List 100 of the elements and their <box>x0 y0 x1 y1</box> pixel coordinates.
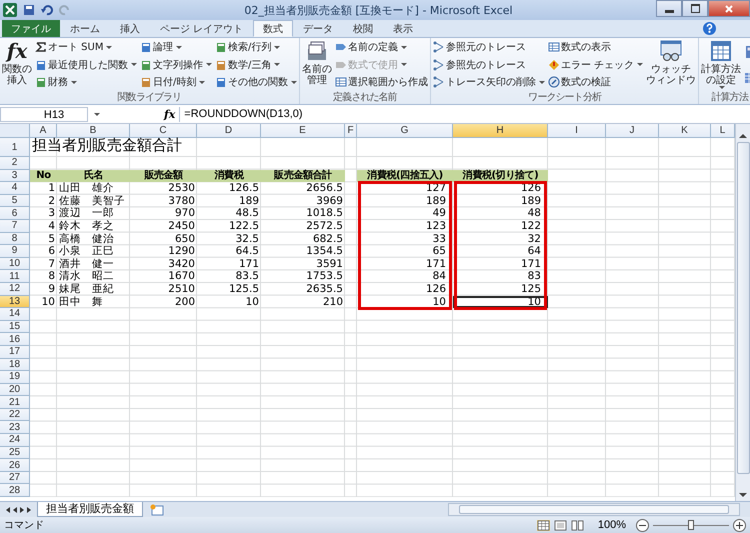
ribbon-button[interactable]: 参照元のトレース <box>432 39 546 55</box>
table-cell-text: 84 <box>432 270 447 283</box>
ribbon-button[interactable]: 名前の定義 <box>334 39 429 55</box>
ribbon-button[interactable]: 選択範囲から作成 <box>334 74 429 90</box>
table-cell-text: 2 <box>47 194 56 208</box>
ribbon-tab[interactable]: 挿入 <box>110 20 150 37</box>
column-header[interactable]: A <box>30 124 57 138</box>
row-header[interactable]: 8 <box>0 232 30 246</box>
row-header[interactable]: 23 <box>0 421 30 434</box>
magnifier-icon <box>548 76 560 88</box>
row-header[interactable]: 28 <box>0 484 30 498</box>
row-header[interactable]: 19 <box>0 371 30 384</box>
row-header[interactable]: 14 <box>0 308 30 321</box>
normal-view-icon[interactable] <box>536 520 550 530</box>
row-header[interactable]: 15 <box>0 320 30 334</box>
table-cell-text: 1018.5 <box>305 207 344 220</box>
row-header[interactable]: 18 <box>0 358 30 372</box>
zoom-slider-thumb[interactable] <box>688 520 694 530</box>
minimize-button[interactable] <box>656 0 682 17</box>
table-cell-text: 83.5 <box>234 270 260 283</box>
row-header[interactable]: 11 <box>0 270 30 283</box>
row-header[interactable]: 22 <box>0 408 30 422</box>
formula-field[interactable]: =ROUNDDOWN(D13,0) <box>179 107 750 122</box>
column-header[interactable]: C <box>130 124 197 138</box>
row-header[interactable]: 16 <box>0 333 30 346</box>
row-header[interactable]: 4 <box>0 182 30 195</box>
row-header[interactable]: 21 <box>0 396 30 409</box>
row-header[interactable]: 10 <box>0 258 30 270</box>
row-header[interactable]: 27 <box>0 472 30 484</box>
ribbon-button[interactable]: オート SUM <box>34 39 138 55</box>
row-header[interactable]: 26 <box>0 459 30 472</box>
ribbon-button[interactable]: 数式の表示 <box>547 39 644 55</box>
column-header[interactable]: E <box>261 124 345 138</box>
ribbon-button[interactable]: 日付/時刻 <box>139 74 213 90</box>
ribbon-large-button[interactable]: fx 関数の 挿入 <box>1 39 33 91</box>
column-header[interactable]: J <box>606 124 659 138</box>
column-header[interactable]: H <box>453 124 548 138</box>
restore-button[interactable] <box>682 0 708 17</box>
zoom-in-button[interactable] <box>733 518 746 532</box>
row-header[interactable]: 7 <box>0 220 30 233</box>
column-header[interactable]: D <box>197 124 261 138</box>
row-header[interactable]: 1 <box>0 138 30 157</box>
row-header[interactable]: 2 <box>0 157 30 170</box>
ribbon-tab[interactable]: 数式 <box>253 20 294 37</box>
column-header[interactable]: K <box>659 124 711 138</box>
ribbon-button[interactable]: 数学/三角 <box>214 56 298 72</box>
row-header[interactable]: 6 <box>0 207 30 220</box>
column-header[interactable]: L <box>711 124 735 138</box>
ribbon-large-button[interactable]: 計算方法 の設定 <box>700 39 742 91</box>
ribbon-tab[interactable]: ページ レイアウト <box>150 20 254 37</box>
row-header[interactable]: 9 <box>0 245 30 258</box>
column-header[interactable]: I <box>548 124 606 138</box>
book-icon <box>35 58 47 70</box>
file-tab[interactable]: ファイル <box>2 20 60 37</box>
ribbon-tab[interactable]: 表示 <box>383 20 424 37</box>
ribbon-button[interactable]: その他の関数 <box>214 74 298 90</box>
sheet-tab[interactable]: 担当者別販売金額 <box>37 502 143 517</box>
ribbon-tab[interactable]: 校閲 <box>343 20 384 37</box>
row-header[interactable]: 24 <box>0 434 30 447</box>
ribbon-button[interactable]: 検索/行列 <box>214 39 298 55</box>
ribbon-large-button[interactable]: ウォッチ ウィンドウ <box>645 39 698 91</box>
row-header[interactable]: 25 <box>0 446 30 460</box>
table-cell-text: 鈴木 孝之 <box>58 220 115 233</box>
new-sheet-icon[interactable] <box>149 504 165 516</box>
column-header[interactable]: B <box>57 124 130 138</box>
undo-icon[interactable] <box>41 4 53 16</box>
table-cell-text: 渡辺 一郎 <box>58 207 115 220</box>
table-cell-text: 5 <box>47 232 56 246</box>
ribbon-button[interactable]: 最近使用した関数 <box>34 56 138 72</box>
row-header[interactable]: 12 <box>0 282 30 296</box>
ribbon-button[interactable]: 論理 <box>139 39 213 55</box>
horizontal-scrollbar[interactable] <box>448 503 740 516</box>
ribbon-large-button[interactable]: 名前の 管理 <box>301 39 333 91</box>
row-header[interactable]: 3 <box>0 170 30 182</box>
ribbon-button[interactable]: 参照先のトレース <box>432 56 546 72</box>
table-cell-text: 122.5 <box>228 220 260 233</box>
page-break-icon[interactable] <box>570 520 584 530</box>
column-header[interactable]: G <box>357 124 453 138</box>
page-layout-icon[interactable] <box>554 520 567 530</box>
close-button[interactable] <box>708 0 750 17</box>
ribbon-button[interactable]: トレース矢印の削除 <box>432 74 546 90</box>
row-header[interactable]: 20 <box>0 384 30 396</box>
ribbon-tab[interactable]: データ <box>293 20 344 37</box>
row-header[interactable]: 17 <box>0 346 30 358</box>
save-icon[interactable] <box>23 4 35 16</box>
zoom-out-button[interactable] <box>636 518 649 532</box>
status-mode: コマンド <box>4 519 44 532</box>
book-icon <box>215 41 227 53</box>
vertical-scrollbar[interactable] <box>735 124 750 501</box>
ribbon-button[interactable]: エラー チェック <box>547 56 644 72</box>
row-header[interactable]: 5 <box>0 194 30 208</box>
row-header[interactable]: 13 <box>0 296 30 308</box>
ribbon-button[interactable]: 数式の検証 <box>547 74 644 90</box>
ribbon-tab[interactable]: ホーム <box>60 20 110 37</box>
ribbon-button[interactable]: 財務 <box>34 74 138 90</box>
ribbon-button[interactable]: 文字列操作 <box>139 56 213 72</box>
name-box[interactable]: H13 <box>0 107 88 122</box>
column-header[interactable]: F <box>345 124 357 138</box>
help-icon[interactable] <box>703 22 716 35</box>
insert-function-button[interactable]: fx <box>160 108 180 121</box>
